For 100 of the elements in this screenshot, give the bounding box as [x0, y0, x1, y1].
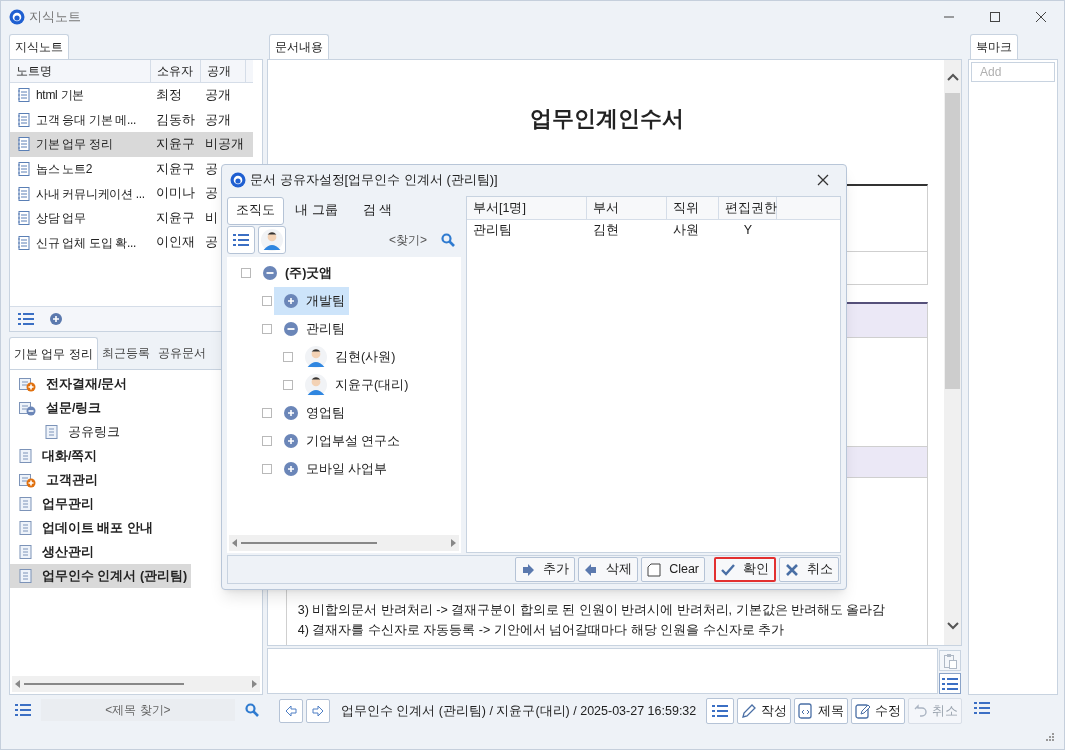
tree-node[interactable]: (주)굿앱	[253, 259, 337, 287]
toolbar-button[interactable]: 수정	[851, 698, 906, 724]
search-icon[interactable]	[244, 703, 259, 717]
note-name: 기본 업무 정리	[36, 136, 113, 154]
search-field[interactable]: <찾기>	[378, 229, 438, 251]
dialog-button[interactable]: 삭제	[578, 557, 639, 582]
scroll-left-icon[interactable]	[15, 680, 20, 688]
window-title: 지식노트	[29, 8, 81, 27]
vertical-scrollbar[interactable]	[944, 60, 962, 645]
next-button[interactable]	[305, 699, 330, 723]
visibility-label: 공개	[204, 111, 231, 129]
tree-node[interactable]: 영업팀	[274, 399, 349, 427]
list-icon[interactable]	[974, 702, 991, 714]
search-field[interactable]: <제목 찾기>	[41, 699, 235, 721]
dialog-button[interactable]: 확인	[714, 557, 776, 582]
search-icon[interactable]	[441, 233, 455, 247]
checkbox[interactable]	[262, 324, 272, 334]
expand-icon[interactable]	[284, 462, 298, 476]
note-icon	[18, 211, 30, 226]
column-header[interactable]: 직위	[667, 197, 719, 219]
tree-node[interactable]: 지윤구(대리)	[295, 371, 413, 399]
tree-item[interactable]: 전자결재/문서	[10, 372, 132, 396]
tree-node[interactable]: 기업부설 연구소	[274, 427, 405, 455]
panel-tab[interactable]: 지식노트	[9, 34, 69, 59]
scroll-up-icon[interactable]	[946, 72, 959, 82]
scroll-left-icon[interactable]	[232, 539, 237, 547]
horizontal-scrollbar[interactable]	[12, 676, 260, 692]
column-header[interactable]: 노트명	[10, 60, 151, 82]
person-view-button[interactable]	[258, 226, 286, 254]
comment-field[interactable]	[266, 648, 939, 694]
node-label: 지윤구(대리)	[335, 376, 409, 394]
checkbox[interactable]	[283, 352, 293, 362]
checkbox[interactable]	[283, 380, 293, 390]
avatar-icon	[305, 346, 327, 368]
close-icon[interactable]	[816, 173, 830, 187]
dialog-tab[interactable]: 조직도	[227, 196, 284, 225]
expand-icon[interactable]	[284, 434, 298, 448]
column-header[interactable]: 부서[1명]	[467, 197, 587, 219]
tree-item[interactable]: 고객관리	[10, 468, 102, 492]
expand-icon[interactable]	[284, 294, 298, 308]
expand-icon[interactable]	[284, 406, 298, 420]
list-row[interactable]: 기본 업무 정리 지윤구 비공개	[10, 132, 253, 157]
tree-item[interactable]: 업데이트 배포 안내	[10, 516, 157, 540]
panel-tab[interactable]: 문서내용	[268, 34, 329, 59]
collapse-icon[interactable]	[284, 322, 298, 336]
table-cell-text: Y	[742, 221, 754, 239]
previous-button[interactable]	[278, 699, 303, 723]
app-logo-icon	[9, 9, 25, 25]
scrollbar-thumb[interactable]	[24, 683, 184, 685]
tree-item[interactable]: 설문/링크	[10, 396, 106, 420]
list-view-button[interactable]	[227, 226, 255, 254]
panel-tab[interactable]: 최근등록	[97, 337, 154, 369]
dialog-button[interactable]: 취소	[779, 557, 839, 582]
scroll-right-icon[interactable]	[251, 680, 257, 688]
scrollbar-thumb[interactable]	[241, 542, 377, 544]
resize-grip-icon[interactable]	[1046, 733, 1054, 741]
tree-item[interactable]: 대화/쪽지	[10, 444, 102, 468]
column-header[interactable]: 편집권한	[719, 197, 777, 219]
bookmark-field[interactable]: Add	[971, 62, 1055, 82]
dialog-tab[interactable]: 검 색	[349, 196, 406, 225]
tree-node[interactable]: 관리팀	[274, 315, 349, 343]
horizontal-scrollbar[interactable]	[229, 535, 459, 551]
tree-item[interactable]: 업무인수 인계서 (관리팀)	[10, 564, 192, 588]
list-icon[interactable]	[18, 313, 34, 325]
add-icon[interactable]	[50, 313, 62, 325]
column-header[interactable]: 부서	[587, 197, 667, 219]
list-row[interactable]: 신규 업체 도입 확... 이인재 공	[10, 230, 253, 256]
scroll-down-icon[interactable]	[946, 621, 959, 631]
checkbox[interactable]	[241, 268, 251, 278]
list-button[interactable]	[939, 673, 962, 694]
panel-tab[interactable]: 기본 업무 정리	[9, 337, 98, 369]
list-button[interactable]	[706, 698, 735, 724]
dialog-button[interactable]: Clear	[641, 557, 705, 582]
scrollbar-thumb[interactable]	[945, 93, 961, 389]
tree-item[interactable]: 공유링크	[10, 420, 124, 444]
toolbar-button[interactable]: 제목	[794, 698, 849, 724]
checkbox[interactable]	[262, 408, 272, 418]
panel-tab[interactable]: 북마크	[970, 34, 1019, 59]
checkbox[interactable]	[262, 464, 272, 474]
tree-item[interactable]: 업무관리	[10, 492, 98, 516]
scroll-right-icon[interactable]	[451, 539, 456, 547]
list-icon[interactable]	[15, 704, 31, 716]
item-label: 생산관리	[42, 543, 94, 561]
column-header[interactable]: 공개	[201, 60, 246, 82]
collapse-icon[interactable]	[263, 266, 277, 280]
list-row[interactable]: 고객 응대 기본 메... 김동하 공개	[10, 107, 253, 133]
column-header[interactable]: 소유자	[151, 60, 201, 82]
dialog-tab[interactable]: 내 그룹	[288, 196, 345, 225]
tree-node[interactable]: 모바일 사업부	[274, 455, 392, 483]
list-icon	[233, 234, 249, 246]
panel-tab[interactable]: 공유문서	[153, 337, 210, 369]
document-icon	[19, 569, 32, 583]
tree-node[interactable]: 개발팀	[274, 287, 349, 315]
toolbar-button[interactable]: 작성	[737, 698, 792, 724]
checkbox[interactable]	[262, 436, 272, 446]
list-row[interactable]: html 기본 최정 공개	[10, 83, 253, 108]
dialog-button[interactable]: 추가	[515, 557, 576, 582]
tree-item[interactable]: 생산관리	[10, 540, 98, 564]
tree-node[interactable]: 김현(사원)	[295, 343, 400, 371]
checkbox[interactable]	[262, 296, 272, 306]
